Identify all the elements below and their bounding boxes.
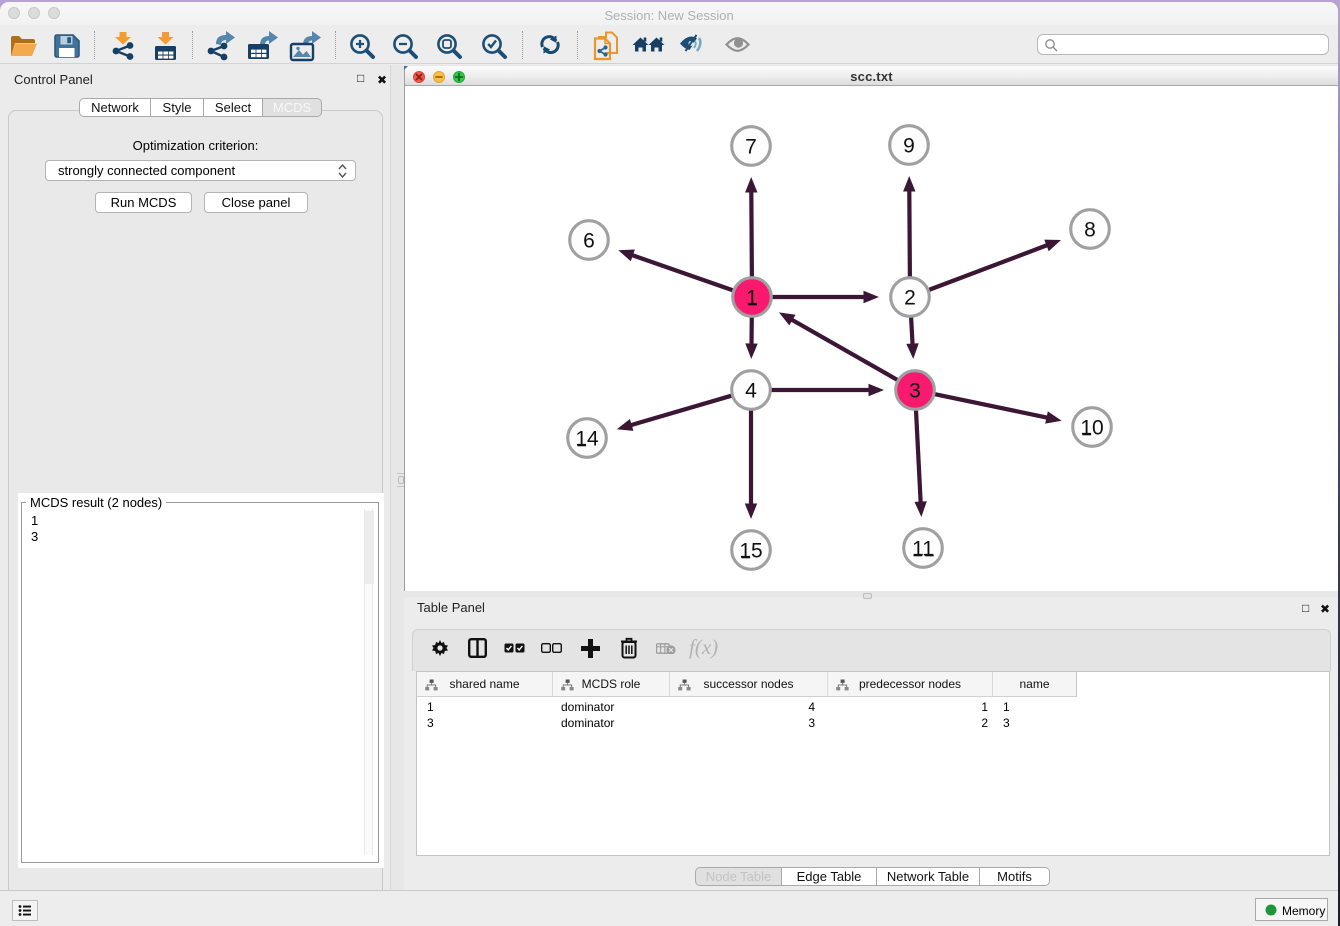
svg-text:7: 7: [745, 136, 757, 159]
svg-text:14: 14: [575, 428, 599, 451]
svg-text:10: 10: [1080, 417, 1103, 440]
svg-text:8: 8: [1084, 219, 1096, 242]
svg-text:9: 9: [903, 135, 915, 158]
svg-text:2: 2: [904, 287, 916, 310]
svg-text:11: 11: [912, 538, 934, 561]
svg-text:4: 4: [745, 380, 757, 403]
svg-text:3: 3: [909, 380, 921, 403]
svg-text:15: 15: [739, 540, 762, 563]
svg-text:1: 1: [746, 287, 758, 310]
svg-text:6: 6: [583, 230, 595, 253]
